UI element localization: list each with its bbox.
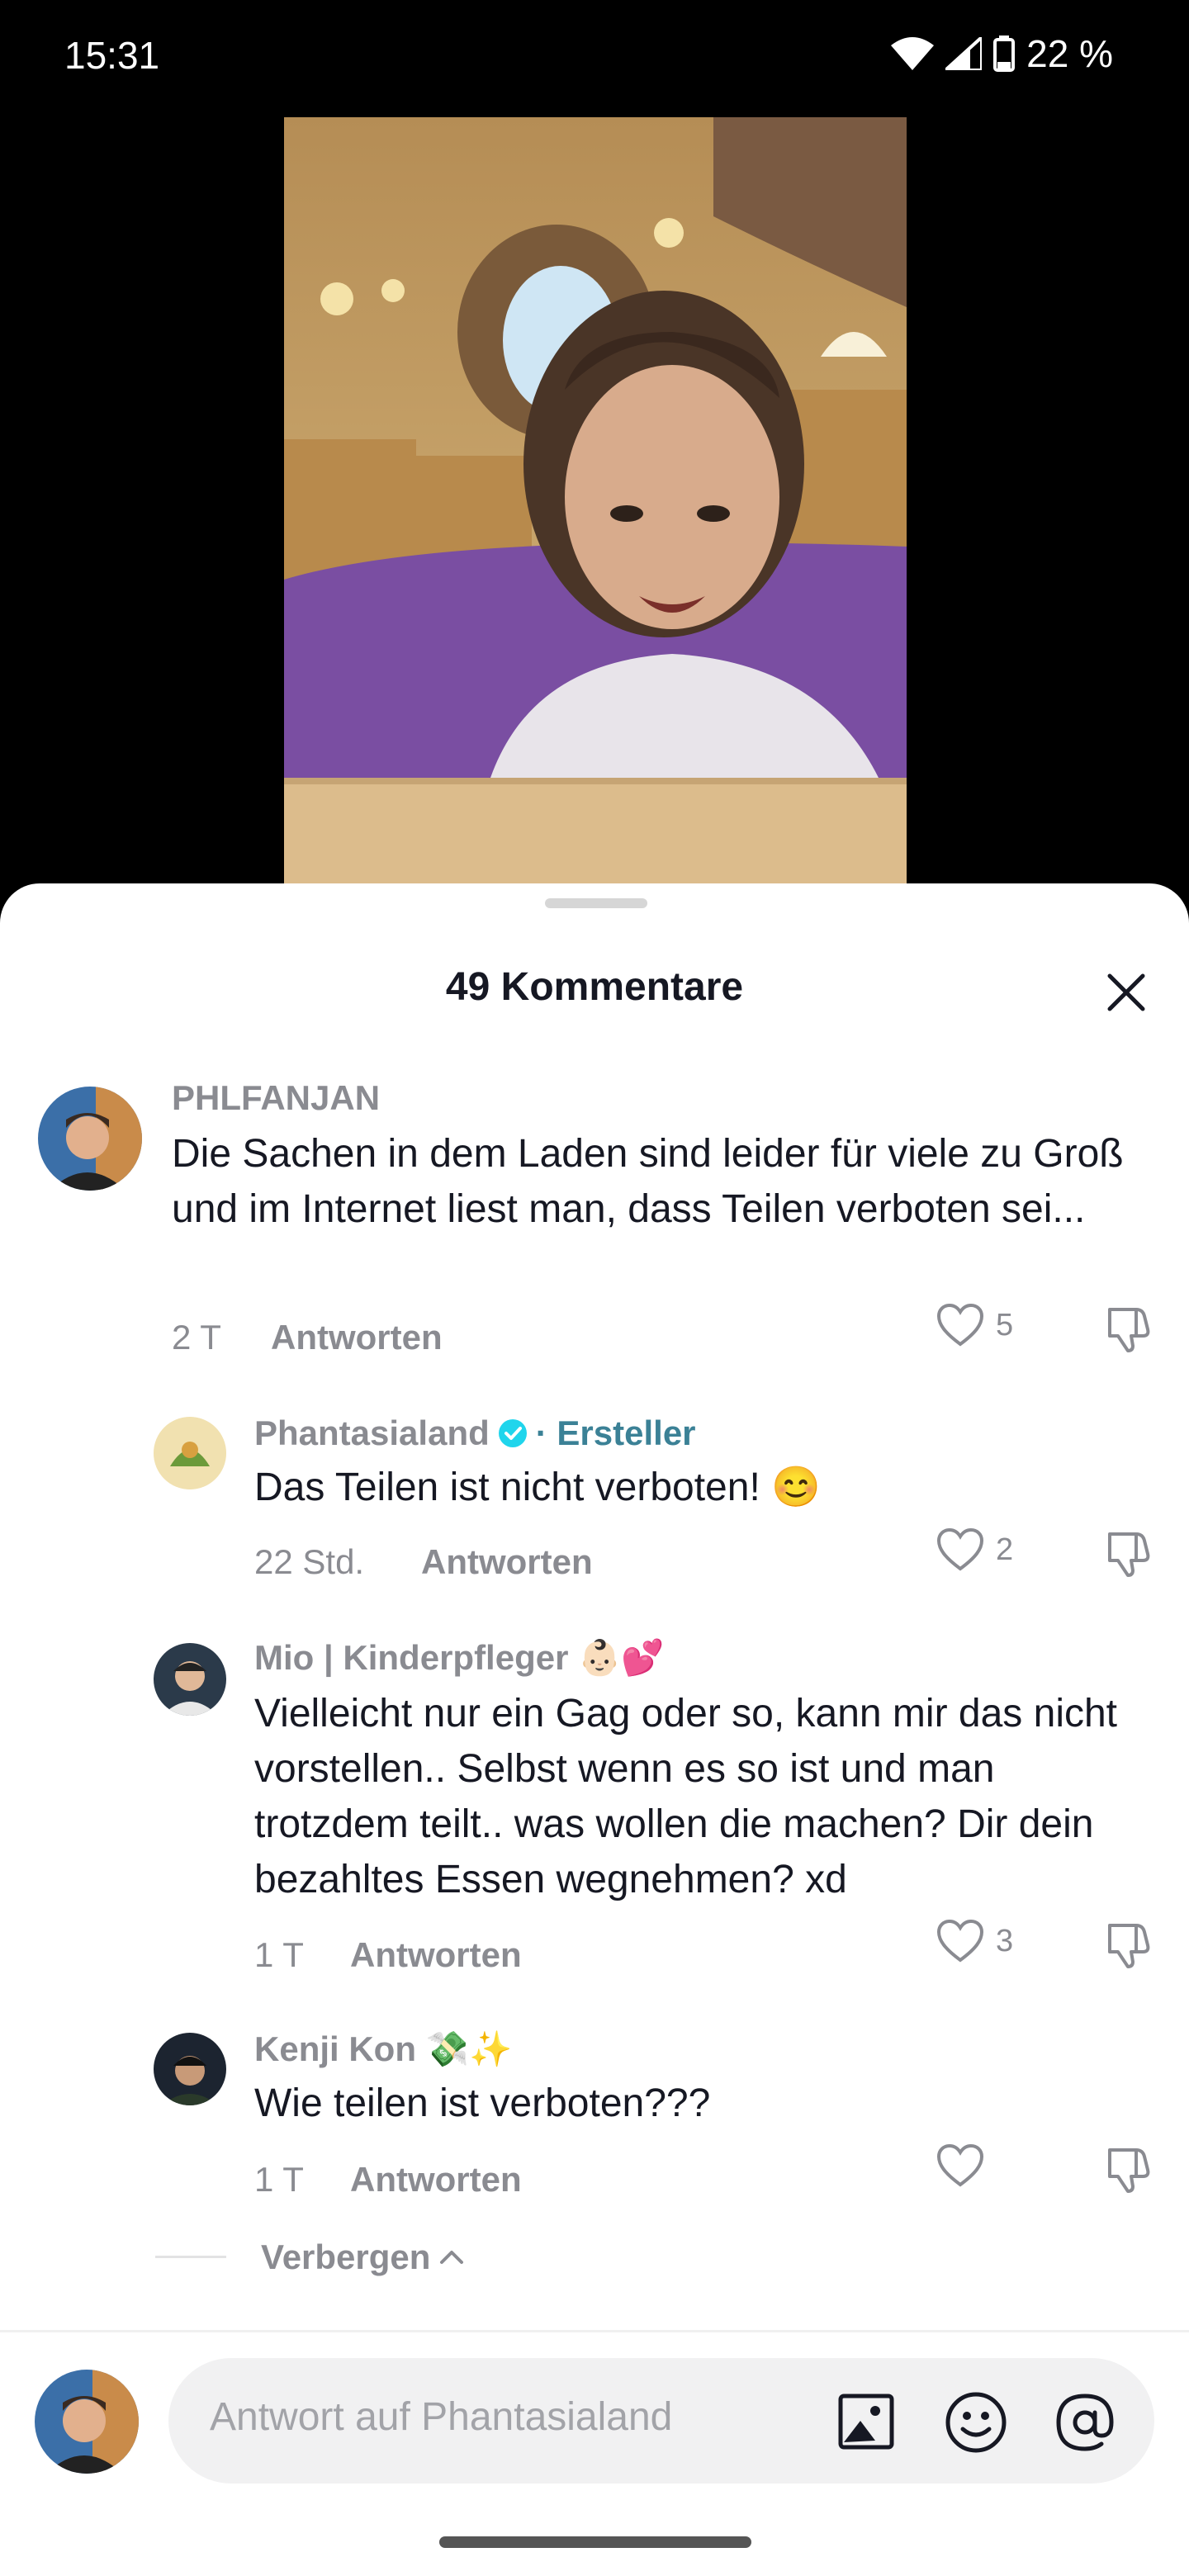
comment-username[interactable]: PHLFANJAN: [172, 1078, 380, 1118]
chevron-up-icon: [440, 2251, 464, 2264]
like-count: 3: [996, 1923, 1014, 1958]
video-player[interactable]: [284, 117, 907, 885]
heart-icon[interactable]: [936, 1527, 984, 1572]
comments-count-title: 49 Kommentare: [445, 965, 744, 1009]
my-avatar[interactable]: [35, 2370, 139, 2474]
battery-percent: 22 %: [1026, 32, 1113, 75]
reply-button[interactable]: Antworten: [350, 2160, 522, 2200]
image-icon[interactable]: [837, 2393, 895, 2451]
comment-text: Wie teilen ist verboten???: [254, 2081, 711, 2125]
dislike-icon[interactable]: [1103, 1527, 1154, 1579]
status-time: 15:31: [64, 34, 160, 77]
like-count: 2: [996, 1532, 1014, 1567]
verified-icon: [498, 1419, 527, 1447]
status-icons: 22 %: [891, 31, 1113, 76]
comment-text: Das Teilen ist nicht verboten! 😊: [254, 1466, 821, 1509]
divider: [0, 2330, 1189, 2332]
divider: [155, 2256, 226, 2258]
close-icon[interactable]: [1101, 968, 1151, 1017]
comment-username[interactable]: Phantasialand: [254, 1413, 490, 1453]
comment-header: Phantasialand · Ersteller: [254, 1413, 696, 1453]
like-button[interactable]: 3: [936, 1919, 1013, 1963]
dislike-icon[interactable]: [1103, 1919, 1154, 1970]
home-indicator[interactable]: [439, 2536, 751, 2548]
heart-icon[interactable]: [936, 1303, 984, 1347]
like-count: 5: [996, 1307, 1014, 1342]
heart-icon[interactable]: [936, 2143, 984, 2188]
video-frame-image: [284, 117, 907, 885]
dislike-icon[interactable]: [1103, 1303, 1154, 1354]
comment-username[interactable]: Mio | Kinderpfleger 👶🏻💕: [254, 1638, 665, 1679]
wifi-icon: [891, 37, 935, 70]
hide-replies-button[interactable]: Verbergen: [261, 2237, 465, 2277]
emoji-icon[interactable]: [945, 2391, 1007, 2454]
comment-input-placeholder[interactable]: Antwort auf Phantasialand: [210, 2394, 672, 2440]
reply-button[interactable]: Antworten: [421, 1542, 593, 1582]
avatar[interactable]: [154, 1643, 226, 1716]
comment-time: 1 T: [254, 1935, 304, 1974]
comment-username[interactable]: Kenji Kon 💸✨: [254, 2029, 512, 2070]
comment-time: 22 Std.: [254, 1542, 365, 1581]
avatar[interactable]: [154, 2033, 226, 2105]
signal-icon: [945, 37, 983, 70]
reply-button[interactable]: Antworten: [271, 1318, 443, 1357]
comment-time: 2 T: [172, 1318, 221, 1357]
like-button[interactable]: 5: [936, 1303, 1013, 1347]
comment-text: Die Sachen in dem Laden sind leider für …: [172, 1132, 1124, 1231]
avatar[interactable]: [38, 1087, 142, 1191]
heart-icon[interactable]: [936, 1919, 984, 1963]
dislike-icon[interactable]: [1103, 2143, 1154, 2195]
mention-icon[interactable]: [1054, 2391, 1116, 2454]
sheet-drag-handle[interactable]: [545, 898, 647, 908]
hide-replies-label: Verbergen: [261, 2237, 431, 2276]
reply-button[interactable]: Antworten: [350, 1935, 522, 1975]
creator-tag: · Ersteller: [535, 1413, 696, 1452]
comment-time: 1 T: [254, 2160, 304, 2199]
battery-icon: [993, 36, 1016, 72]
avatar[interactable]: [154, 1417, 226, 1489]
like-button[interactable]: [936, 2143, 996, 2188]
comment-text: Vielleicht nur ein Gag oder so, kann mir…: [254, 1692, 1118, 1901]
like-button[interactable]: 2: [936, 1527, 1013, 1572]
